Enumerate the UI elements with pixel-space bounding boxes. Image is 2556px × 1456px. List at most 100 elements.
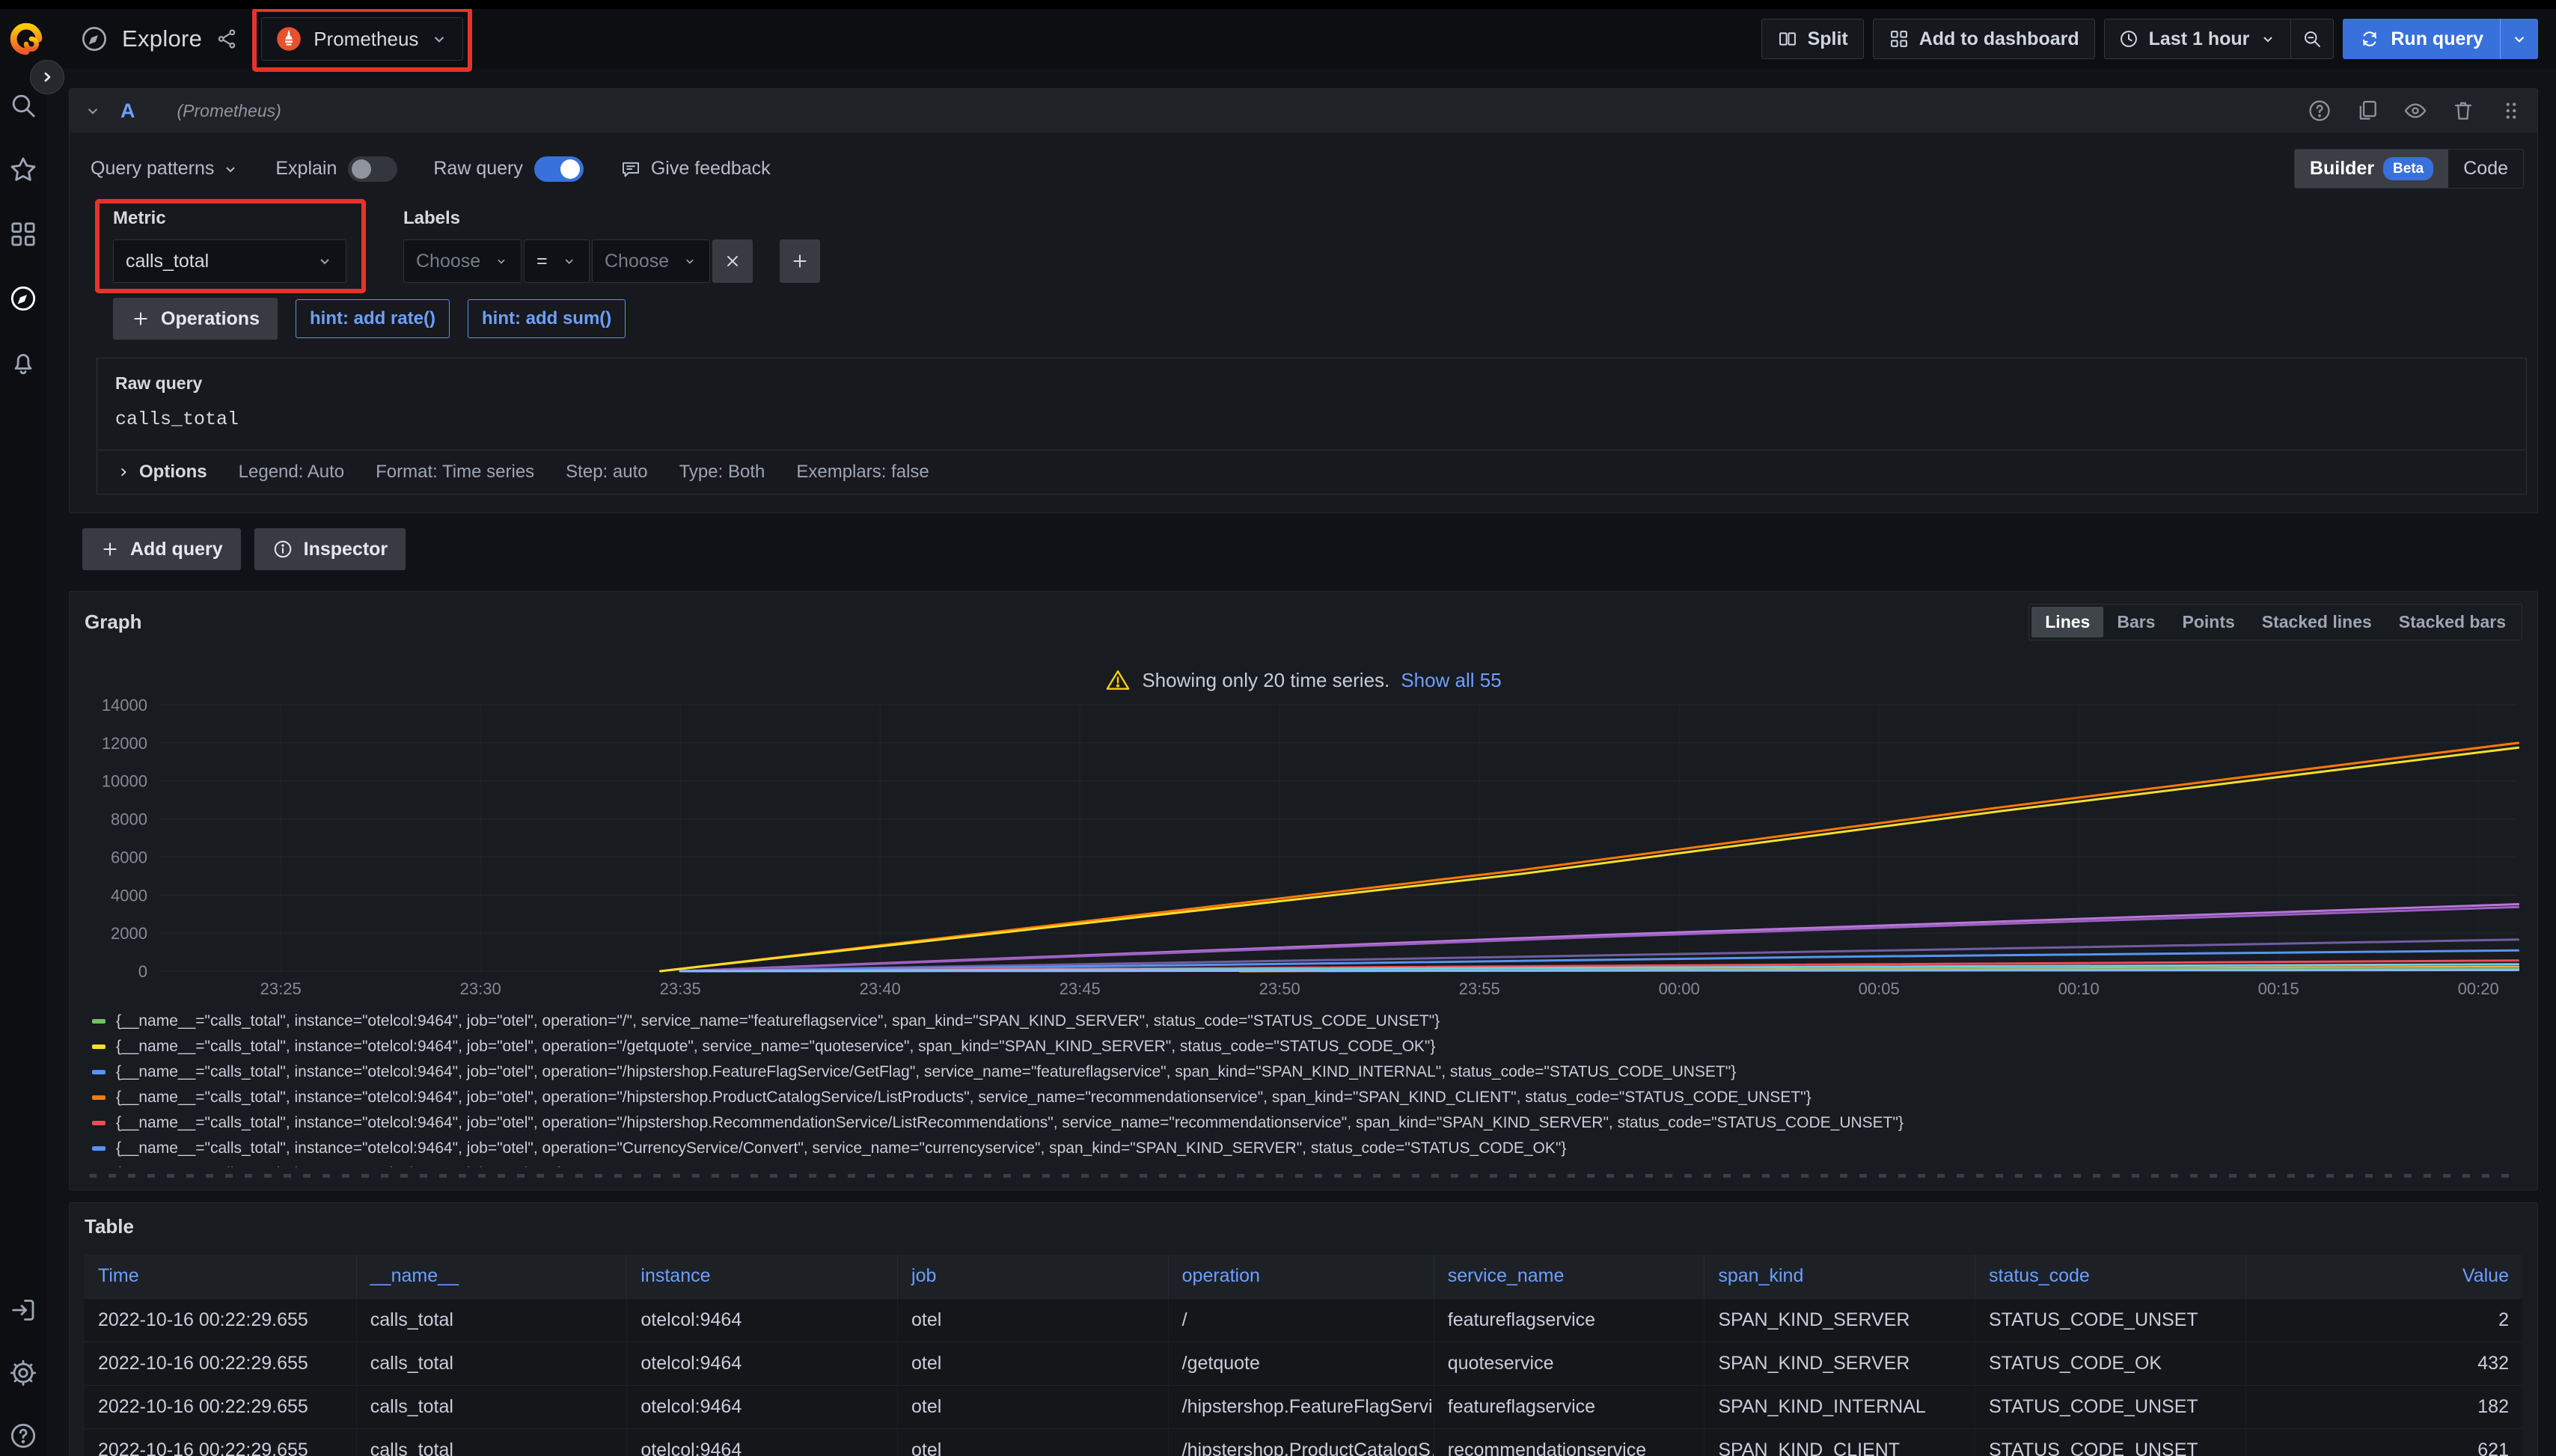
give-feedback-label: Give feedback xyxy=(651,158,771,180)
warning-icon xyxy=(1105,667,1131,693)
legend-item[interactable]: {__name__="calls_total", instance="otelc… xyxy=(92,1085,2522,1110)
legend-item[interactable]: {__name__="calls_total", instance="otelc… xyxy=(92,1059,2522,1085)
share-icon[interactable] xyxy=(215,27,239,51)
label-key-select[interactable]: Choose xyxy=(403,239,522,283)
graph-mode-stacked-bars[interactable]: Stacked bars xyxy=(2385,607,2519,637)
hint-button-0[interactable]: hint: add rate() xyxy=(296,299,450,338)
sidebar-item-dashboards[interactable] xyxy=(7,218,39,250)
legend-item[interactable]: {__name__="calls_total", instance="otelc… xyxy=(92,1136,2522,1161)
give-feedback-button[interactable]: Give feedback xyxy=(620,158,771,180)
table-body: 2022-10-16 00:22:29.655calls_totalotelco… xyxy=(85,1298,2522,1456)
table-cell: 182 xyxy=(2245,1385,2522,1428)
sidebar-item-help[interactable] xyxy=(7,1420,39,1452)
raw-query-box: Raw query calls_total xyxy=(97,358,2527,450)
options-expand[interactable]: Options xyxy=(115,462,207,483)
table-cell: STATUS_CODE_OK xyxy=(1975,1342,2246,1385)
hint-button-1[interactable]: hint: add sum() xyxy=(468,299,626,338)
column-header-Time[interactable]: Time xyxy=(85,1255,356,1298)
query-toolbar: Query patterns Explain Raw query Give fe… xyxy=(70,132,2537,196)
table-row: 2022-10-16 00:22:29.655calls_totalotelco… xyxy=(85,1385,2522,1428)
grafana-logo-icon[interactable] xyxy=(9,22,43,56)
query-patterns-dropdown[interactable]: Query patterns xyxy=(91,158,239,180)
sidebar-item-configuration[interactable] xyxy=(7,1357,39,1389)
results-table: Time__name__instancejoboperationservice_… xyxy=(85,1255,2522,1456)
legend-item[interactable]: {__name__="calls_total", instance="otelc… xyxy=(92,1161,2522,1167)
column-header-instance[interactable]: instance xyxy=(627,1255,898,1298)
time-range-button[interactable]: Last 1 hour xyxy=(2105,19,2291,58)
sidebar-item-starred[interactable] xyxy=(7,154,39,186)
legend-color-chip xyxy=(92,1095,106,1100)
remove-label-filter-button[interactable] xyxy=(712,239,753,283)
column-header-name[interactable]: __name__ xyxy=(356,1255,627,1298)
remove-query-trash-icon[interactable] xyxy=(2450,98,2476,123)
svg-text:23:40: 23:40 xyxy=(860,979,901,998)
graph-mode-points[interactable]: Points xyxy=(2168,607,2248,637)
query-help-icon[interactable] xyxy=(2307,98,2332,123)
column-header-servicename[interactable]: service_name xyxy=(1434,1255,1704,1298)
sidebar-item-explore[interactable] xyxy=(7,283,39,314)
sidebar-item-search[interactable] xyxy=(7,90,39,121)
sidebar-top-items xyxy=(7,90,39,412)
run-query-caret[interactable] xyxy=(2500,19,2538,59)
legend-item[interactable]: {__name__="calls_total", instance="otelc… xyxy=(92,1034,2522,1059)
legend-label: {__name__="calls_total", instance="otelc… xyxy=(116,1059,1736,1085)
table-cell: otelcol:9464 xyxy=(627,1428,898,1456)
explain-toggle[interactable] xyxy=(348,156,397,182)
series-limit-warning: Showing only 20 time series. Show all 55 xyxy=(85,667,2522,693)
svg-text:00:00: 00:00 xyxy=(1659,979,1700,998)
collapse-chevron-icon[interactable] xyxy=(83,101,103,120)
duplicate-query-icon[interactable] xyxy=(2355,98,2380,123)
zoom-out-button[interactable] xyxy=(2290,19,2333,58)
builder-tab[interactable]: Builder Beta xyxy=(2295,150,2448,188)
table-cell: 2022-10-16 00:22:29.655 xyxy=(85,1428,356,1456)
label-operator-select[interactable]: = xyxy=(524,239,590,283)
graph-mode-lines[interactable]: Lines xyxy=(2031,607,2103,637)
raw-query-toggle[interactable] xyxy=(534,156,584,182)
table-cell: SPAN_KIND_CLIENT xyxy=(1704,1428,1975,1456)
split-button[interactable]: Split xyxy=(1761,19,1864,59)
add-to-dashboard-button[interactable]: Add to dashboard xyxy=(1873,19,2095,59)
raw-query-label: Raw query xyxy=(115,373,2508,394)
query-row-header[interactable]: A (Prometheus) xyxy=(70,89,2537,132)
add-query-label: Add query xyxy=(130,539,223,560)
add-query-button[interactable]: Add query xyxy=(82,528,241,570)
add-label-filter-button[interactable] xyxy=(780,239,820,283)
column-header-Value[interactable]: Value xyxy=(2245,1255,2522,1298)
column-header-operation[interactable]: operation xyxy=(1168,1255,1434,1298)
sidebar-expand-button[interactable] xyxy=(30,60,64,94)
signin-icon xyxy=(8,1295,38,1325)
chevron-down-icon xyxy=(429,29,449,49)
table-cell: /hipstershop.ProductCatalogS… xyxy=(1168,1428,1434,1456)
table-cell: otelcol:9464 xyxy=(627,1298,898,1342)
sidebar-item-alerting[interactable] xyxy=(7,347,39,379)
column-header-job[interactable]: job xyxy=(898,1255,1169,1298)
sidebar-item-sign-in[interactable] xyxy=(7,1294,39,1326)
column-header-spankind[interactable]: span_kind xyxy=(1704,1255,1975,1298)
run-query-label: Run query xyxy=(2391,28,2483,50)
svg-text:23:45: 23:45 xyxy=(1060,979,1101,998)
query-datasource-hint: (Prometheus) xyxy=(177,101,281,121)
column-header-statuscode[interactable]: status_code xyxy=(1975,1255,2246,1298)
table-cell: otelcol:9464 xyxy=(627,1342,898,1385)
legend-color-chip xyxy=(92,1044,106,1049)
table-panel: Table Time__name__instancejoboperationse… xyxy=(69,1202,2538,1456)
legend-scrollbar[interactable] xyxy=(89,1174,2518,1178)
metric-select[interactable]: calls_total xyxy=(113,239,346,283)
query-options-row[interactable]: OptionsLegend: AutoFormat: Time seriesSt… xyxy=(97,450,2527,495)
drag-handle-icon[interactable] xyxy=(2498,98,2524,123)
legend-item[interactable]: {__name__="calls_total", instance="otelc… xyxy=(92,1009,2522,1034)
graph-mode-stacked-lines[interactable]: Stacked lines xyxy=(2248,607,2385,637)
operations-button[interactable]: Operations xyxy=(113,298,278,340)
datasource-picker[interactable]: Prometheus xyxy=(261,17,463,61)
legend-item[interactable]: {__name__="calls_total", instance="otelc… xyxy=(92,1110,2522,1136)
bell-icon xyxy=(8,348,38,378)
time-series-chart[interactable]: 0200040006000800010000120001400023:2523:… xyxy=(85,696,2522,998)
hide-response-eye-icon[interactable] xyxy=(2403,98,2428,123)
code-tab[interactable]: Code xyxy=(2448,150,2523,187)
run-query-button[interactable]: Run query xyxy=(2343,19,2538,59)
show-all-series-link[interactable]: Show all 55 xyxy=(1401,669,1501,692)
time-picker: Last 1 hour xyxy=(2104,19,2335,59)
label-value-select[interactable]: Choose xyxy=(592,239,710,283)
inspector-button[interactable]: Inspector xyxy=(254,528,406,570)
graph-mode-bars[interactable]: Bars xyxy=(2103,607,2168,637)
